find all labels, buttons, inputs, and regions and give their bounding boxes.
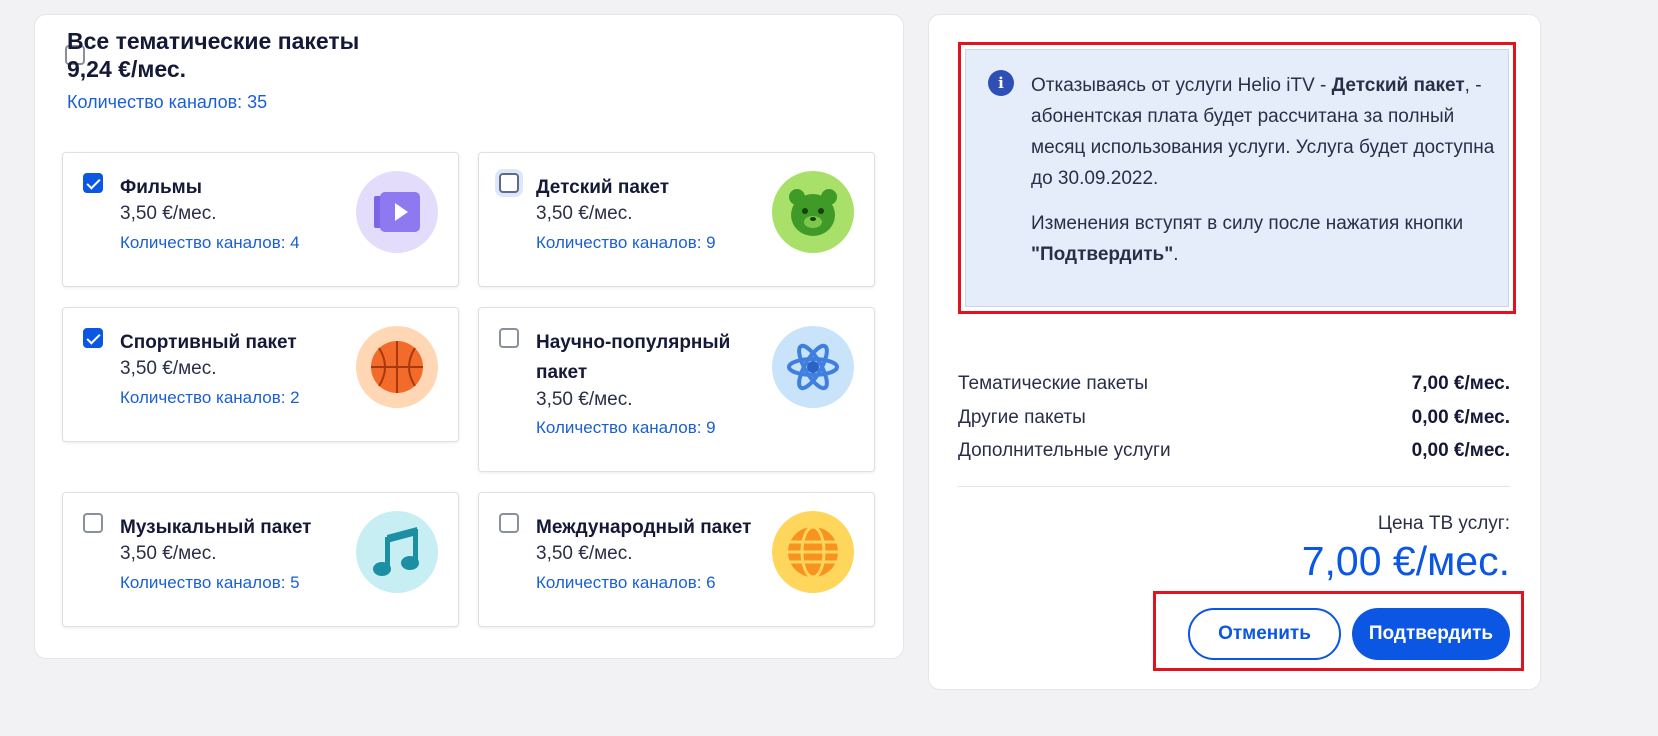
info-text-part: Отказываясь от услуги Helio iTV - — [1031, 75, 1332, 96]
info-icon: i — [988, 70, 1014, 96]
package-name: Фильмы — [120, 177, 202, 198]
info-package-name: Детский пакет — [1331, 75, 1465, 96]
package-count: Количество каналов: 9 — [536, 418, 716, 437]
package-price: 3,50 €/мес. — [536, 389, 633, 410]
summary-label: Дополнительные услуги — [958, 440, 1171, 461]
info-text-part: . — [1173, 244, 1179, 265]
music-note-icon — [356, 511, 438, 593]
info-notice-highlight: i Отказываясь от услуги Helio iTV - Детс… — [958, 42, 1516, 314]
all-packages-count: Количество каналов: 35 — [67, 92, 268, 112]
basketball-icon — [356, 326, 438, 408]
package-name: Международный пакет — [536, 517, 752, 538]
package-card-international[interactable]: Международный пакет 3,50 €/мес. Количест… — [478, 492, 875, 627]
globe-icon — [772, 511, 854, 593]
cancel-button[interactable]: Отменить — [1188, 608, 1341, 660]
summary-value: 7,00 €/мес. — [1411, 373, 1510, 394]
total-price: 7,00 €/мес. — [1301, 538, 1510, 584]
package-checkbox-international[interactable] — [499, 513, 519, 533]
package-checkbox-science[interactable] — [499, 328, 519, 348]
all-packages-title: Все тематические пакеты — [67, 28, 360, 54]
video-play-icon — [356, 171, 438, 253]
info-notice: i Отказываясь от услуги Helio iTV - Детс… — [965, 49, 1509, 307]
package-price: 3,50 €/мес. — [120, 203, 217, 224]
info-button-reference: "Подтвердить" — [1031, 244, 1174, 265]
package-price: 3,50 €/мес. — [120, 543, 217, 564]
summary-label: Тематические пакеты — [958, 373, 1149, 394]
package-count: Количество каналов: 4 — [120, 233, 300, 252]
package-price: 3,50 €/мес. — [536, 203, 633, 224]
summary-row-thematic: Тематические пакеты 7,00 €/мес. — [958, 373, 1510, 395]
summary-value: 0,00 €/мес. — [1411, 440, 1510, 461]
package-name: Научно-популярный пакет — [536, 332, 731, 383]
info-text-part: Изменения вступят в силу после нажатия к… — [1031, 213, 1464, 234]
summary-row-other: Другие пакеты 0,00 €/мес. — [958, 407, 1510, 429]
package-count: Количество каналов: 6 — [536, 573, 716, 592]
package-card-science[interactable]: Научно-популярный пакет 3,50 €/мес. Коли… — [478, 307, 875, 472]
package-count: Количество каналов: 9 — [536, 233, 716, 252]
package-count: Количество каналов: 2 — [120, 388, 300, 407]
summary-divider — [958, 486, 1510, 487]
info-text: Отказываясь от услуги Helio iTV - Детски… — [1031, 70, 1501, 270]
package-card-films[interactable]: Фильмы 3,50 €/мес. Количество каналов: 4 — [62, 152, 459, 287]
package-name: Музыкальный пакет — [120, 517, 312, 538]
summary-label: Другие пакеты — [958, 407, 1086, 428]
package-price: 3,50 €/мес. — [536, 543, 633, 564]
confirm-button[interactable]: Подтвердить — [1352, 608, 1510, 660]
package-checkbox-sport[interactable] — [83, 328, 103, 348]
package-card-music[interactable]: Музыкальный пакет 3,50 €/мес. Количество… — [62, 492, 459, 627]
package-card-kids[interactable]: Детский пакет 3,50 €/мес. Количество кан… — [478, 152, 875, 287]
package-price: 3,50 €/мес. — [120, 358, 217, 379]
total-label: Цена ТВ услуг: — [1377, 513, 1510, 534]
package-name: Спортивный пакет — [120, 332, 297, 353]
package-checkbox-music[interactable] — [83, 513, 103, 533]
atom-icon — [772, 326, 854, 408]
package-checkbox-kids[interactable] — [499, 173, 519, 193]
package-count: Количество каналов: 5 — [120, 573, 300, 592]
all-packages-price: 9,24 €/мес. — [67, 56, 187, 82]
bear-icon — [772, 171, 854, 253]
package-card-sport[interactable]: Спортивный пакет 3,50 €/мес. Количество … — [62, 307, 459, 442]
summary-value: 0,00 €/мес. — [1411, 407, 1510, 428]
package-name: Детский пакет — [536, 177, 670, 198]
summary-row-additional: Дополнительные услуги 0,00 €/мес. — [958, 440, 1510, 462]
package-checkbox-films[interactable] — [83, 173, 103, 193]
